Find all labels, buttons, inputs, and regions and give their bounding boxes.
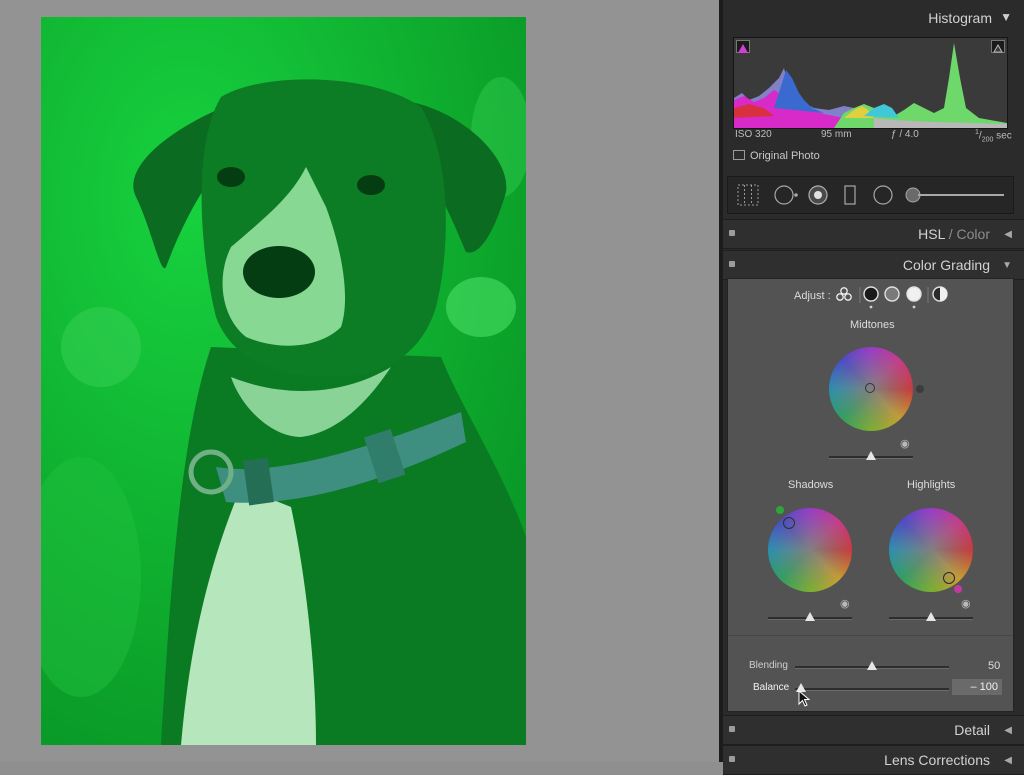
shadows-handle[interactable] bbox=[783, 517, 795, 529]
graduated-filter-icon[interactable] bbox=[844, 185, 856, 205]
histogram-exif: ISO 320 95 mm ƒ / 4.0 1/200 sec bbox=[735, 129, 1012, 143]
panel-toggle-icon[interactable] bbox=[729, 726, 735, 732]
color-grading-title: Color Grading bbox=[902, 257, 990, 273]
hsl-color-header[interactable]: HSL / Color ◀ bbox=[723, 219, 1024, 249]
histogram-title: Histogram bbox=[928, 10, 992, 26]
shadows-hue-dot[interactable] bbox=[776, 506, 784, 514]
shadows-color-wheel[interactable] bbox=[768, 508, 852, 592]
original-photo-label: Original Photo bbox=[750, 150, 820, 162]
tool-strip bbox=[727, 176, 1014, 214]
global-view-icon[interactable] bbox=[932, 286, 948, 302]
triangle-left-icon[interactable]: ◀ bbox=[1004, 229, 1012, 240]
shadows-view-icon[interactable] bbox=[863, 286, 879, 309]
redeye-icon[interactable] bbox=[808, 185, 828, 205]
aperture-value: ƒ / 4.0 bbox=[891, 129, 919, 140]
blending-label: Blending bbox=[749, 660, 788, 671]
adjust-label: Adjust : bbox=[794, 290, 831, 302]
lens-corrections-header[interactable]: Lens Corrections ◀ bbox=[723, 745, 1024, 775]
highlights-hue-dot[interactable] bbox=[954, 585, 962, 593]
midtones-hue-dot[interactable] bbox=[916, 385, 924, 393]
detail-title: Detail bbox=[954, 722, 990, 738]
detail-header[interactable]: Detail ◀ bbox=[723, 715, 1024, 745]
lens-corrections-title: Lens Corrections bbox=[884, 752, 990, 768]
slider-thumb[interactable] bbox=[867, 661, 877, 670]
divider bbox=[728, 635, 1013, 636]
panel-toggle-icon[interactable] bbox=[729, 756, 735, 762]
eye-icon[interactable]: ◉ bbox=[840, 597, 850, 610]
triangle-down-icon[interactable]: ▼ bbox=[1002, 260, 1012, 271]
highlights-view-icon[interactable] bbox=[906, 286, 922, 309]
clipping-warning-icon[interactable] bbox=[736, 40, 750, 53]
dog-illustration bbox=[41, 17, 526, 745]
balance-value-field[interactable]: – 100 bbox=[952, 679, 1002, 695]
develop-right-panel: Histogram ▼ ISO 320 95 mm ƒ / 4.0 1/200 … bbox=[723, 0, 1024, 775]
triangle-down-icon[interactable]: ▼ bbox=[1000, 10, 1012, 24]
checkbox-icon[interactable] bbox=[733, 150, 745, 160]
balance-slider[interactable] bbox=[795, 688, 949, 691]
midtones-view-icon[interactable] bbox=[884, 286, 900, 302]
image-canvas[interactable] bbox=[0, 0, 719, 762]
iso-value: ISO 320 bbox=[735, 129, 772, 140]
blending-value[interactable]: 50 bbox=[988, 660, 1000, 672]
three-wheels-icon[interactable] bbox=[836, 287, 852, 301]
highlights-label: Highlights bbox=[907, 479, 956, 491]
shutter-value: 1/200 sec bbox=[975, 129, 1012, 144]
original-photo-toggle[interactable]: Original Photo bbox=[733, 150, 820, 162]
histogram-graph[interactable] bbox=[733, 37, 1008, 129]
color-grading-panel: Adjust : Midtones ◉ Shadows ◉ Highlights… bbox=[727, 278, 1014, 712]
eye-icon[interactable]: ◉ bbox=[900, 437, 910, 450]
panel-toggle-icon[interactable] bbox=[729, 230, 735, 236]
slider-thumb[interactable] bbox=[805, 612, 815, 621]
brush-slider-icon[interactable] bbox=[905, 187, 1004, 203]
midtones-label: Midtones bbox=[850, 319, 895, 331]
panel-toggle-icon[interactable] bbox=[729, 261, 735, 267]
radial-filter-icon[interactable] bbox=[873, 185, 893, 205]
photo-dog-green-tint[interactable] bbox=[41, 17, 526, 745]
midtones-color-wheel[interactable] bbox=[829, 347, 913, 431]
mouse-cursor-icon bbox=[798, 690, 811, 707]
eye-icon[interactable]: ◉ bbox=[961, 597, 971, 610]
histogram-header[interactable]: Histogram ▼ bbox=[723, 0, 1024, 34]
hsl-separator: / bbox=[944, 226, 957, 242]
histogram-curves bbox=[734, 43, 1007, 128]
spot-removal-icon[interactable] bbox=[774, 185, 798, 205]
balance-label: Balance bbox=[753, 682, 790, 693]
grid-overlay-icon[interactable] bbox=[737, 184, 759, 206]
clipping-warning-icon[interactable] bbox=[991, 40, 1005, 53]
slider-thumb[interactable] bbox=[866, 451, 876, 460]
triangle-left-icon[interactable]: ◀ bbox=[1004, 725, 1012, 736]
hsl-label: HSL bbox=[918, 226, 945, 242]
highlights-color-wheel[interactable] bbox=[889, 508, 973, 592]
color-label: Color bbox=[956, 226, 990, 242]
triangle-left-icon[interactable]: ◀ bbox=[1004, 755, 1012, 766]
highlights-handle[interactable] bbox=[943, 572, 955, 584]
midtones-handle[interactable] bbox=[865, 383, 875, 393]
slider-thumb[interactable] bbox=[926, 612, 936, 621]
color-grading-header[interactable]: Color Grading ▼ bbox=[723, 250, 1024, 280]
focal-length-value: 95 mm bbox=[821, 129, 852, 140]
shadows-label: Shadows bbox=[788, 479, 834, 491]
